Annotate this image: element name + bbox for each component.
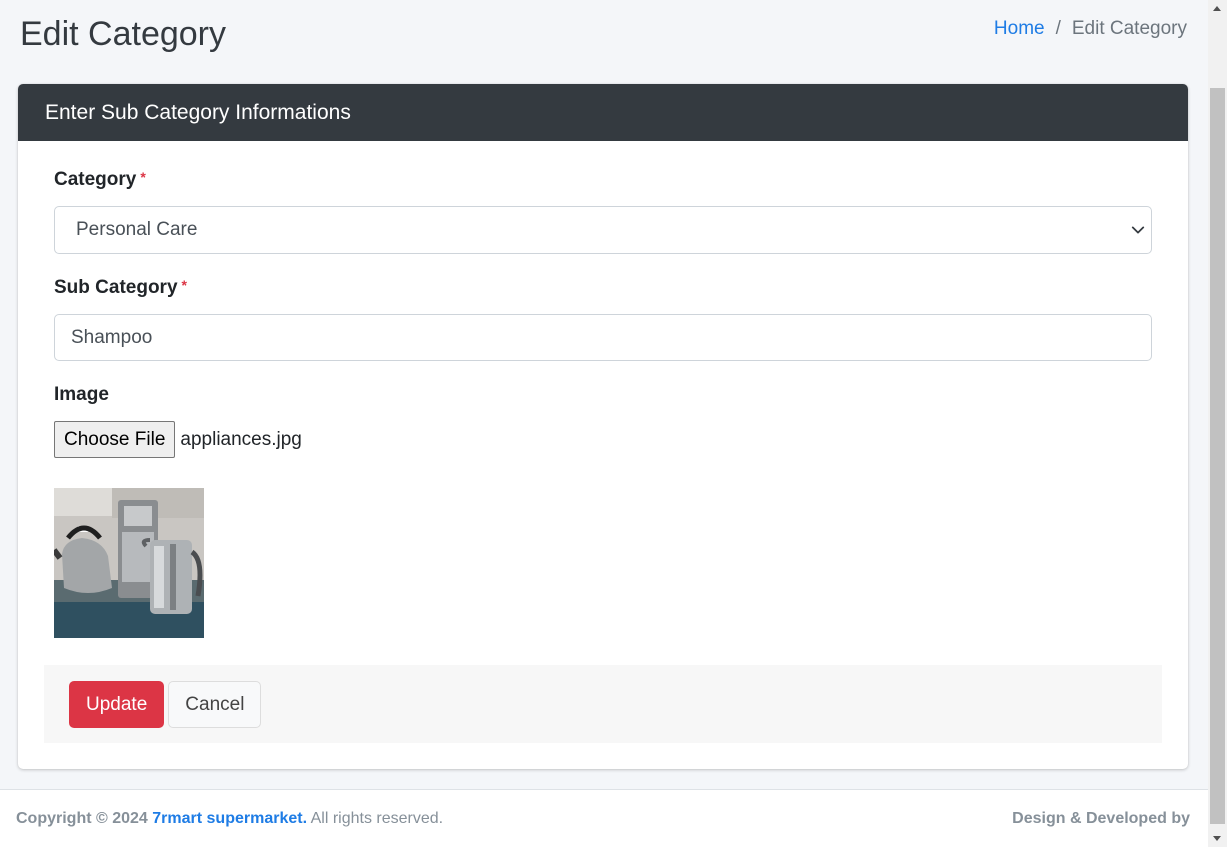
cancel-button[interactable]: Cancel bbox=[168, 681, 262, 728]
breadcrumb: Home / Edit Category bbox=[994, 18, 1187, 40]
file-input: Choose File appliances.jpg bbox=[54, 421, 302, 458]
card-header: Enter Sub Category Informations bbox=[18, 84, 1188, 141]
page-title: Edit Category bbox=[20, 15, 226, 53]
update-button[interactable]: Update bbox=[69, 681, 165, 728]
image-preview-graphic bbox=[54, 488, 204, 638]
required-mark: * bbox=[140, 169, 146, 185]
copyright-label: Copyright © 2024 bbox=[16, 809, 148, 827]
vertical-scrollbar[interactable] bbox=[1208, 0, 1227, 847]
image-label: Image bbox=[54, 384, 109, 405]
credit-text: Design & Developed by bbox=[1012, 809, 1190, 827]
chevron-down-icon bbox=[1131, 226, 1145, 234]
choose-file-button[interactable]: Choose File bbox=[54, 421, 176, 458]
page-footer: Copyright © 2024 7rmart supermarket. All… bbox=[0, 789, 1208, 847]
category-label-text: Category bbox=[54, 169, 137, 190]
required-mark: * bbox=[181, 277, 187, 293]
breadcrumb-current: Edit Category bbox=[1071, 18, 1187, 39]
sub-category-input[interactable]: Shampoo bbox=[54, 314, 1152, 361]
brand-link[interactable]: 7rmart supermarket. bbox=[152, 810, 307, 827]
file-name: appliances.jpg bbox=[180, 428, 302, 450]
category-select[interactable]: Personal Care bbox=[54, 206, 1152, 254]
sub-category-input-value: Shampoo bbox=[71, 326, 153, 348]
page-header: Edit Category Home / Edit Category bbox=[20, 12, 1187, 58]
breadcrumb-separator: / bbox=[1055, 18, 1061, 39]
sub-category-label-text: Sub Category bbox=[54, 277, 178, 298]
category-label: Category * bbox=[54, 169, 146, 191]
image-preview bbox=[54, 488, 204, 638]
page: Edit Category Home / Edit Category Enter… bbox=[0, 0, 1208, 847]
category-select-value: Personal Care bbox=[76, 219, 198, 240]
breadcrumb-home-link[interactable]: Home bbox=[994, 18, 1045, 40]
edit-category-card: Enter Sub Category Informations Category… bbox=[18, 84, 1188, 769]
copyright-text: Copyright © 2024 7rmart supermarket. All… bbox=[16, 810, 443, 828]
card-footer: Update Cancel bbox=[44, 665, 1162, 743]
scroll-up-arrow-icon[interactable] bbox=[1213, 6, 1221, 11]
scroll-down-arrow-icon[interactable] bbox=[1213, 836, 1221, 841]
scrollbar-thumb[interactable] bbox=[1210, 88, 1225, 824]
sub-category-label: Sub Category * bbox=[54, 277, 187, 299]
rights-text: All rights reserved. bbox=[310, 809, 444, 827]
